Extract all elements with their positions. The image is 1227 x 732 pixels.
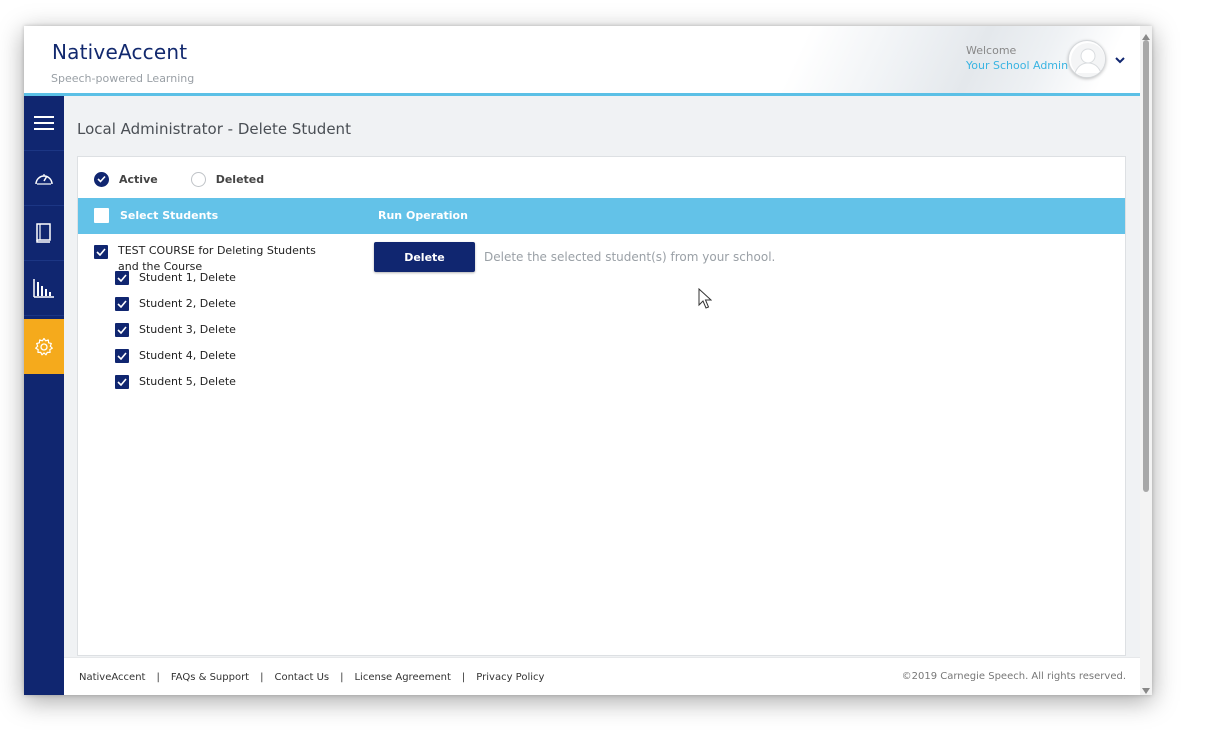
check-icon (117, 326, 127, 334)
sidebar-menu-toggle[interactable] (24, 96, 64, 151)
app-window: NativeAccent Speech-powered Learning Wel… (24, 26, 1152, 695)
radio-active[interactable] (94, 171, 109, 187)
column-select-students: Select Students (120, 209, 219, 222)
student-label-5: Student 5, Delete (139, 375, 236, 388)
copyright-text: ©2019 Carnegie Speech. All rights reserv… (901, 671, 1126, 682)
table-header: Select Students Run Operation (78, 198, 1125, 234)
radio-deleted[interactable] (190, 171, 206, 187)
select-all-checkbox[interactable] (94, 208, 109, 223)
footer-separator: | (461, 672, 466, 683)
scrollbar-thumb[interactable] (1143, 40, 1149, 492)
student-label-3: Student 3, Delete (139, 323, 236, 336)
mouse-cursor-icon (698, 287, 713, 315)
status-filter: Active Deleted (94, 169, 264, 189)
student-label-1: Student 1, Delete (139, 271, 236, 284)
sidebar-item-courses[interactable] (24, 206, 64, 261)
delete-description: Delete the selected student(s) from your… (484, 250, 776, 264)
page-title: Local Administrator - Delete Student (77, 120, 351, 138)
column-run-operation: Run Operation (378, 209, 468, 222)
footer-separator: | (156, 672, 160, 683)
scroll-down-arrow-icon[interactable] (1142, 682, 1150, 695)
app-footer: NativeAccent | FAQs & Support | Contact … (64, 657, 1140, 695)
book-icon (36, 223, 51, 243)
menu-icon (34, 116, 54, 130)
radio-deleted-label: Deleted (215, 172, 265, 186)
app-header: NativeAccent Speech-powered Learning Wel… (24, 26, 1140, 96)
sidebar-item-dashboard[interactable] (24, 151, 64, 206)
check-icon (117, 352, 127, 360)
footer-links: NativeAccent | FAQs & Support | Contact … (79, 672, 544, 683)
brand-tagline: Speech-powered Learning (51, 72, 195, 85)
radio-active-label: Active (119, 172, 158, 186)
student-checkbox-5[interactable] (115, 375, 129, 389)
user-menu-chevron-down-icon[interactable] (1114, 52, 1126, 70)
footer-link-contact[interactable]: Contact Us (274, 672, 329, 683)
footer-link-faqs[interactable]: FAQs & Support (171, 672, 249, 683)
brand-logo-text[interactable]: NativeAccent (52, 40, 187, 64)
footer-separator: | (340, 672, 344, 683)
check-icon (117, 274, 127, 282)
sidebar-item-reports[interactable] (24, 261, 64, 316)
footer-link-privacy[interactable]: Privacy Policy (476, 672, 544, 683)
course-checkbox[interactable] (94, 245, 108, 259)
footer-link-license[interactable]: License Agreement (354, 672, 450, 683)
user-name-link[interactable]: Your School Admin (966, 59, 1068, 72)
sidebar-item-settings[interactable] (24, 319, 64, 374)
check-icon (117, 378, 127, 386)
student-label-2: Student 2, Delete (139, 297, 236, 310)
delete-student-panel: Active Deleted Select Students Run Opera… (77, 156, 1126, 656)
footer-link-nativeaccent[interactable]: NativeAccent (79, 672, 145, 683)
check-icon (96, 248, 106, 256)
user-avatar[interactable] (1068, 40, 1106, 78)
check-icon (97, 175, 106, 183)
bar-chart-icon (33, 279, 54, 298)
student-checkbox-2[interactable] (115, 297, 129, 311)
student-checkbox-4[interactable] (115, 349, 129, 363)
student-checkbox-3[interactable] (115, 323, 129, 337)
student-label-4: Student 4, Delete (139, 349, 236, 362)
footer-separator: | (260, 672, 264, 683)
gear-icon (35, 337, 53, 355)
sidebar-nav (24, 96, 64, 695)
dashboard-gauge-icon (35, 174, 53, 185)
page-scrollbar[interactable] (1140, 26, 1152, 695)
student-checkbox-1[interactable] (115, 271, 129, 285)
delete-button[interactable]: Delete (374, 242, 475, 272)
welcome-label: Welcome (966, 44, 1017, 57)
check-icon (117, 300, 127, 308)
